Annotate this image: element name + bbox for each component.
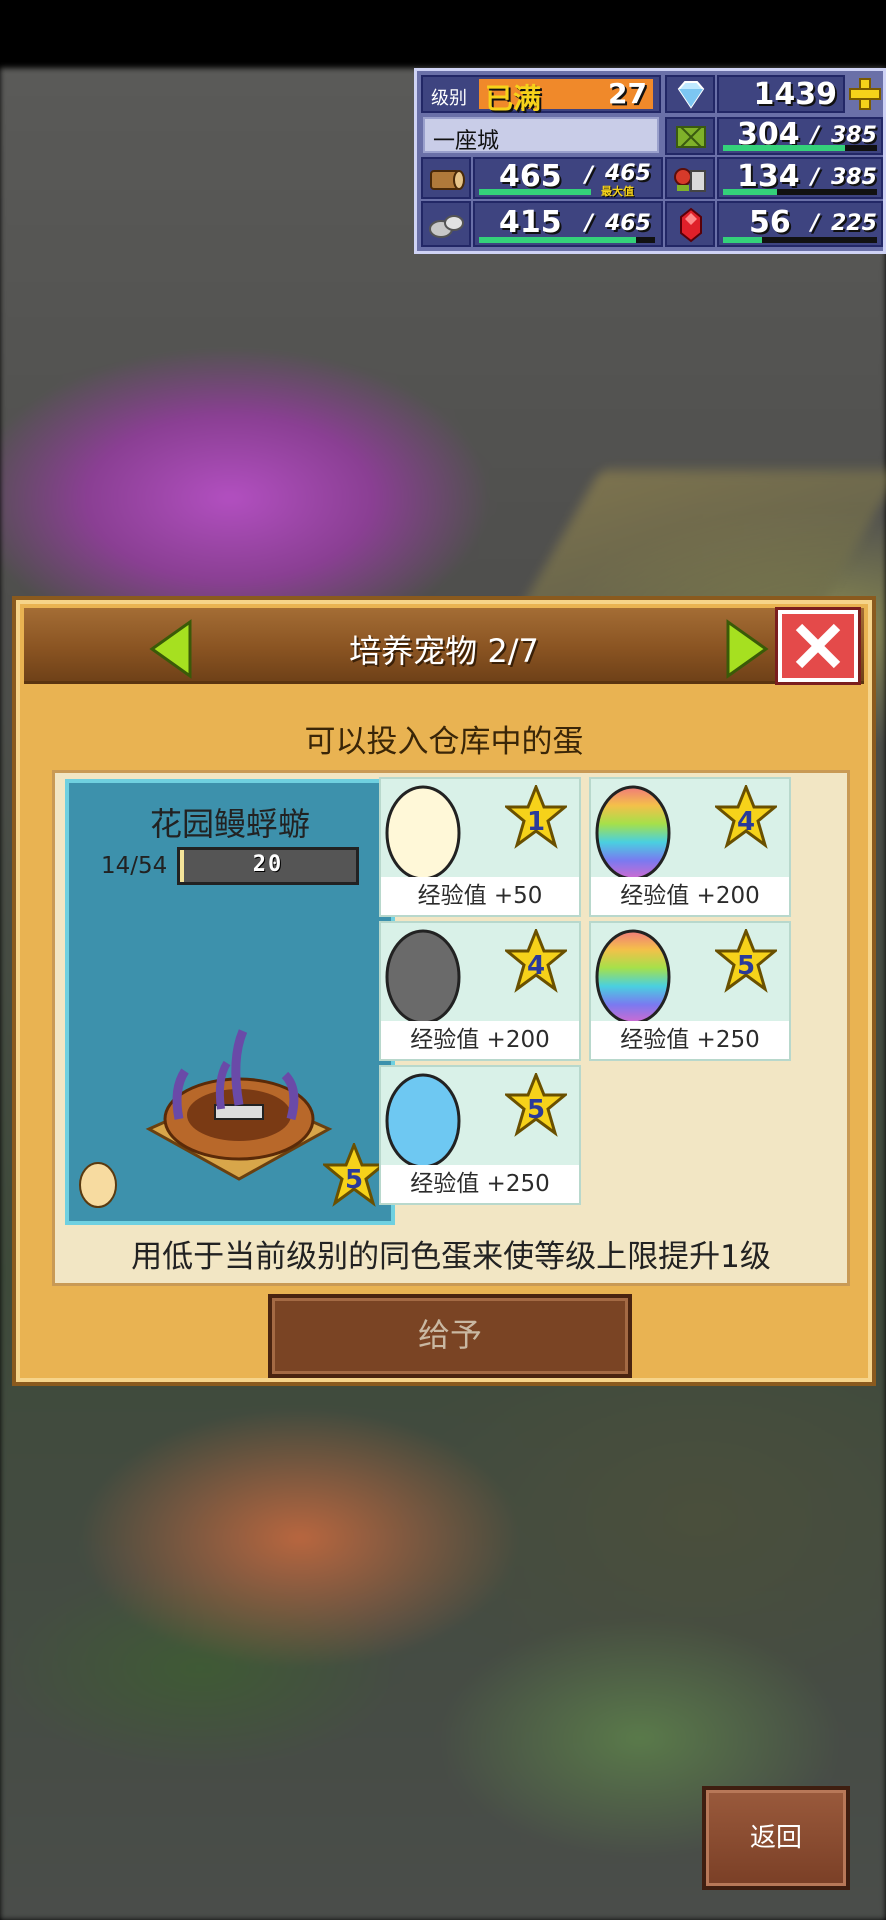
star-icon: 5 <box>715 929 777 993</box>
level-box: 级别 已满 27 <box>421 75 661 115</box>
stone-icon-cell <box>421 201 471 247</box>
blue-egg-icon <box>385 1073 461 1169</box>
black-egg-icon <box>385 929 461 1025</box>
ruby-max: 225 <box>831 211 877 236</box>
level-label: 级别 <box>431 88 467 109</box>
crop-count-box: 304 / 385 <box>717 117 883 155</box>
egg-star-number: 5 <box>737 951 755 981</box>
white-egg-icon <box>385 785 461 881</box>
star-icon: 4 <box>505 929 567 993</box>
food-bar <box>723 189 877 195</box>
star-icon: 5 <box>505 1073 567 1137</box>
egg-exp-label: 经验值 +250 <box>591 1021 789 1059</box>
food-separator: / <box>811 165 820 190</box>
wood-bar <box>479 189 591 195</box>
ruby-icon-cell <box>665 201 715 247</box>
wood-count-box: 465 / 465 最大值 <box>473 157 663 199</box>
dialog-title-bar: 培养宠物 2/7 <box>24 607 864 685</box>
ruby-separator: / <box>811 211 820 236</box>
pet-level: 20 <box>252 852 284 877</box>
food-count-box: 134 / 385 <box>717 157 883 199</box>
next-page-button[interactable] <box>722 618 772 680</box>
stone-separator: / <box>585 211 594 236</box>
stone-count: 415 <box>499 205 562 240</box>
egg-star-number: 4 <box>737 807 755 837</box>
wood-log-icon <box>430 170 465 190</box>
level-status: 已满 <box>485 82 542 115</box>
pet-name: 花园鳗蜉蝣 <box>149 805 310 843</box>
pet-nest-sprite <box>145 1029 333 1181</box>
egg-exp-label: 经验值 +50 <box>381 877 579 915</box>
hint-text: 用低于当前级别的同色蛋来使等级上限提升1级 <box>131 1239 771 1275</box>
plus-icon <box>849 78 881 110</box>
gem-count: 1439 <box>753 77 838 112</box>
egg-card[interactable]: 5 经验值 +250 <box>379 1065 581 1205</box>
egg-star-number: 4 <box>527 951 545 981</box>
pet-level-bar: 20 <box>177 847 359 885</box>
egg-exp-label: 经验值 +200 <box>381 1021 579 1059</box>
ruby-icon <box>680 207 702 243</box>
pet-count: 14/54 <box>101 853 168 879</box>
egg-exp-label: 经验值 +250 <box>381 1165 579 1203</box>
stone-icon <box>429 215 464 238</box>
rainbow-egg-icon <box>595 785 671 881</box>
wood-icon-cell <box>421 157 471 199</box>
stone-max: 465 <box>605 211 651 236</box>
rainbow-egg-icon <box>595 929 671 1025</box>
arrow-right-icon <box>726 619 769 679</box>
star-icon: 4 <box>715 785 777 849</box>
egg-star-number: 1 <box>527 807 545 837</box>
stone-count-box: 415 / 465 <box>473 201 663 247</box>
egg-card[interactable]: 4 经验值 +200 <box>589 777 791 917</box>
back-button[interactable]: 返回 <box>702 1786 850 1890</box>
city-name-box: 一座城 <box>423 117 659 154</box>
crop-bar <box>723 145 877 151</box>
give-button[interactable]: 给予 <box>268 1294 632 1378</box>
egg-card[interactable]: 4 经验值 +200 <box>379 921 581 1061</box>
crop-icon-cell <box>665 117 715 155</box>
dialog-subtitle: 可以投入仓库中的蛋 <box>304 724 584 760</box>
pet-training-dialog: 培养宠物 2/7 可以投入仓库中的蛋 花园鳗蜉蝣 14/54 20 5 1 经验… <box>12 596 876 1386</box>
star-icon: 5 <box>323 1143 385 1207</box>
close-icon <box>795 623 841 669</box>
add-gems-button[interactable] <box>847 75 883 113</box>
wood-max-label: 最大值 <box>601 185 634 198</box>
egg-card[interactable]: 5 经验值 +250 <box>589 921 791 1061</box>
star-icon: 1 <box>505 785 567 849</box>
stone-bar <box>479 237 655 243</box>
crop-icon <box>676 126 706 148</box>
pet-star-number: 5 <box>345 1165 363 1195</box>
dialog-content: 花园鳗蜉蝣 14/54 20 5 1 经验值 +50 4 经验值 +200 4 … <box>52 770 850 1286</box>
ruby-count-box: 56 / 225 <box>717 201 883 247</box>
gem-count-box: 1439 <box>717 75 845 113</box>
egg-star-number: 5 <box>527 1095 545 1125</box>
egg-card[interactable]: 1 经验值 +50 <box>379 777 581 917</box>
small-egg-icon <box>79 1162 117 1208</box>
wood-separator: / <box>585 163 594 188</box>
food-icon <box>674 168 706 192</box>
food-icon-cell <box>665 157 715 199</box>
ruby-bar <box>723 237 877 243</box>
food-max: 385 <box>831 165 877 190</box>
ruby-count: 56 <box>749 205 791 240</box>
city-name: 一座城 <box>433 129 500 154</box>
level-value: 27 <box>608 77 647 110</box>
resource-hud: 级别 已满 27 1439 一座城 304 / 385 465 / 465 最大… <box>414 68 886 254</box>
diamond-icon <box>677 81 705 109</box>
close-button[interactable] <box>775 607 861 685</box>
egg-exp-label: 经验值 +200 <box>591 877 789 915</box>
gem-icon-cell <box>665 75 715 113</box>
pet-panel: 花园鳗蜉蝣 14/54 20 5 <box>65 779 395 1225</box>
